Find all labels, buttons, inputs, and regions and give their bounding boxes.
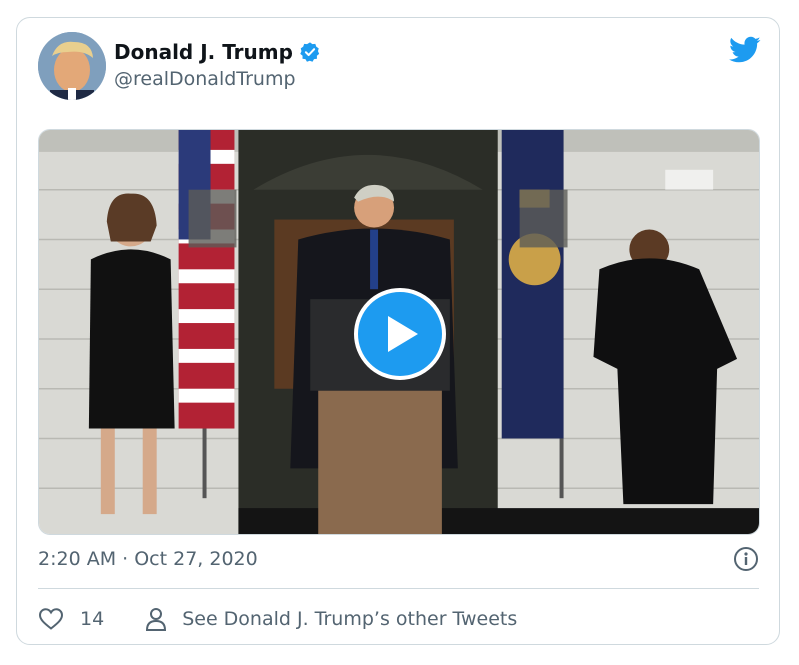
tweet-timestamp[interactable]: 2:20 AM · Oct 27, 2020 [38,548,258,570]
profile-photo [38,32,106,100]
person-icon [146,608,167,631]
like-count[interactable]: 14 [80,608,104,630]
user-handle[interactable]: @realDonaldTrump [114,68,296,90]
display-name[interactable]: Donald J. Trump [114,40,293,64]
twitter-bird-icon[interactable] [729,36,761,64]
tweet-card[interactable]: Donald J. Trump @realDonaldTrump 2:20 AM… [16,17,780,645]
play-icon [388,316,418,352]
verified-badge-icon [300,42,320,62]
tweet-actions: 14 See Donald J. Trump’s other Tweets [38,602,517,636]
play-button[interactable] [354,288,446,380]
other-tweets-link[interactable]: See Donald J. Trump’s other Tweets [182,608,517,630]
avatar[interactable] [38,32,106,100]
heart-icon[interactable] [38,607,64,631]
divider [38,588,759,589]
info-icon[interactable] [733,546,759,572]
video-player[interactable] [38,129,760,535]
